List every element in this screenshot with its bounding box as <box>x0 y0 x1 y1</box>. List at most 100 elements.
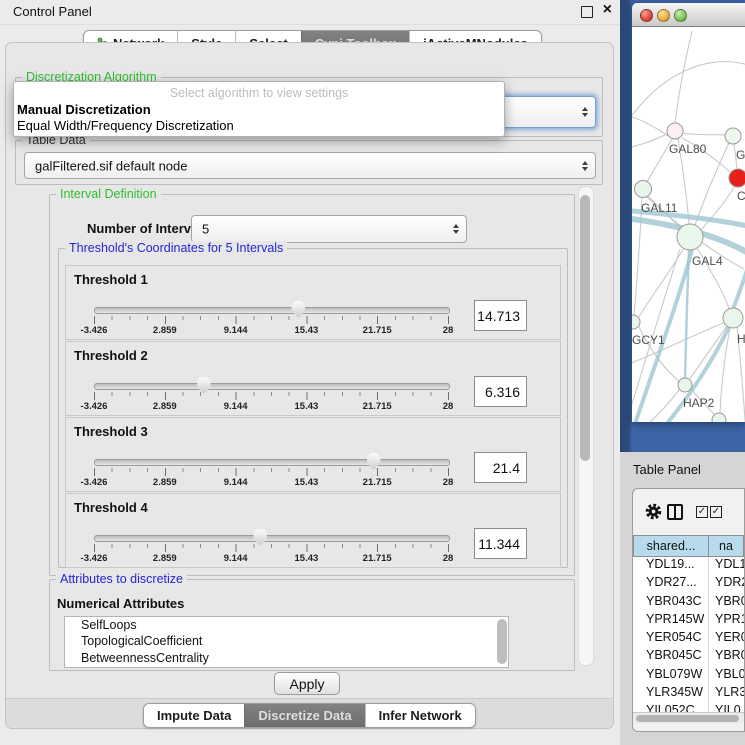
network-node-bottom-partial[interactable] <box>712 413 726 422</box>
table-row[interactable]: YDL19...YDL1 <box>633 557 744 575</box>
table-hscrollbar-thumb[interactable] <box>636 715 739 722</box>
tab-discretize-data[interactable]: Discretize Data <box>244 704 364 727</box>
slider-tick-label: -3.426 <box>81 553 108 564</box>
table-panel: Table Panel shared...na YDL19...YDL1YDR2… <box>620 452 745 745</box>
slider-tick-label: -3.426 <box>81 325 108 336</box>
close-button[interactable] <box>640 9 653 22</box>
settings-gear-icon[interactable] <box>645 503 662 520</box>
table-row[interactable]: YPR145WYPR1 <box>633 612 744 630</box>
checkbox-icon[interactable] <box>696 506 708 518</box>
network-canvas[interactable]: GAL80GACGAL11GAL4GCY1HHAP2 <box>632 27 745 422</box>
group-title: Threshold's Coordinates for 5 Intervals <box>65 241 287 255</box>
table-cell: YER0 <box>709 630 744 648</box>
dropdown-option-equal-width[interactable]: Equal Width/Frequency Discretization <box>17 118 234 133</box>
numerical-attributes-list[interactable]: SelfLoopsTopologicalCoefficientBetweenne… <box>64 616 509 668</box>
network-node-label: GAL80 <box>669 142 707 156</box>
table-horizontal-scrollbar[interactable] <box>633 712 744 724</box>
zoom-button[interactable] <box>674 9 687 22</box>
table-header-cell[interactable]: shared... <box>633 535 709 557</box>
network-node-h-node[interactable] <box>723 308 743 328</box>
combo-value: 5 <box>202 222 209 237</box>
network-node-top-right[interactable] <box>725 128 741 144</box>
numerical-attributes-label: Numerical Attributes <box>57 596 184 611</box>
panel-scrollbar[interactable] <box>578 186 594 666</box>
split-columns-icon[interactable] <box>667 504 683 520</box>
close-panel-icon[interactable]: × <box>603 1 612 19</box>
table-cell: YIL052C <box>633 703 709 712</box>
table-panel-title: Table Panel <box>633 462 701 477</box>
threshold-value-field[interactable]: 6.316 <box>474 376 527 407</box>
dropdown-option-manual[interactable]: Manual Discretization <box>17 102 151 117</box>
panel-title: Control Panel <box>13 4 92 19</box>
slider-major-ticks <box>94 316 450 324</box>
table-row[interactable]: YBL079WYBL0 <box>633 667 744 685</box>
table-cell: YDR27... <box>633 575 709 593</box>
minimize-button[interactable] <box>657 9 670 22</box>
slider-track[interactable] <box>94 459 450 466</box>
slider-tick-label: 15.43 <box>295 477 319 488</box>
group-title: Attributes to discretize <box>56 572 187 586</box>
apply-button[interactable]: Apply <box>274 672 340 695</box>
network-node-hap2[interactable] <box>678 378 692 392</box>
network-node-label: GA <box>736 148 745 162</box>
network-node-gal4[interactable] <box>677 224 703 250</box>
table-cell: YER054C <box>633 630 709 648</box>
table-row[interactable]: YDR27...YDR2 <box>633 575 744 593</box>
interval-definition-group: Interval Definition Number of Intervals … <box>49 194 575 576</box>
attribute-list-item[interactable]: BetweennessCentrality <box>65 650 508 666</box>
threshold-value-field[interactable]: 14.713 <box>474 300 527 331</box>
slider-track[interactable] <box>94 307 450 314</box>
slider-major-ticks <box>94 544 450 552</box>
network-view-frame: GAL80GACGAL11GAL4GCY1HHAP2 <box>620 0 745 452</box>
control-panel-titlebar: Control Panel × <box>0 0 620 25</box>
table-browser-window: shared...na YDL19...YDL1YDR27...YDR2YBR0… <box>632 488 745 732</box>
threshold-panel-4: Threshold 4-3.4262.8599.14415.4321.71528… <box>65 493 561 568</box>
panel-scrollbar-thumb[interactable] <box>580 195 590 461</box>
attribute-list-item[interactable]: SelfLoops <box>65 617 508 633</box>
network-node-label: GAL11 <box>641 201 678 215</box>
table-rows: YDL19...YDL1YDR27...YDR2YBR043CYBR0YPR14… <box>633 557 744 712</box>
slider-tick-label: 9.144 <box>224 325 248 336</box>
table-row[interactable]: YBR043CYBR0 <box>633 594 744 612</box>
control-panel-window: Control Panel × NetworkStyleSelectCyni T… <box>0 0 620 745</box>
table-data-combobox[interactable]: galFiltered.sif default node <box>24 152 596 179</box>
network-node-gcy1[interactable] <box>632 315 640 329</box>
threshold-value-field[interactable]: 11.344 <box>474 528 527 559</box>
table-row[interactable]: YLR345WYLR3 <box>633 685 744 703</box>
float-panel-icon[interactable] <box>581 6 593 18</box>
network-node-gal80[interactable] <box>667 123 683 139</box>
table-cell: YLR345W <box>633 685 709 703</box>
slider-track[interactable] <box>94 383 450 390</box>
table-row[interactable]: YIL052CYIL0 <box>633 703 744 712</box>
network-node-red-node[interactable] <box>729 169 745 187</box>
list-scrollbar-thumb[interactable] <box>497 619 507 664</box>
table-header-cell[interactable]: na <box>709 535 744 557</box>
table-cell: YPR1 <box>709 612 744 630</box>
slider-tick-label: 2.859 <box>153 325 177 336</box>
threshold-value-field[interactable]: 21.4 <box>474 452 527 483</box>
slider-tick-label: 9.144 <box>224 553 248 564</box>
threshold-label: Threshold 3 <box>74 424 148 439</box>
slider-tick-label: 28 <box>443 401 454 412</box>
table-row[interactable]: YER054CYER0 <box>633 630 744 648</box>
tab-infer-network[interactable]: Infer Network <box>365 704 475 727</box>
tab-impute-data[interactable]: Impute Data <box>144 704 244 727</box>
network-node-label: GAL4 <box>692 254 723 268</box>
attribute-list-item[interactable]: TopologicalCoefficient <box>65 633 508 649</box>
cyni-toolbox-panel: Discretization Algorithm Table Data galF… <box>5 42 614 729</box>
slider-tick-label: 28 <box>443 477 454 488</box>
slider-track[interactable] <box>94 535 450 542</box>
threshold-panel-2: Threshold 2-3.4262.8599.14415.4321.71528… <box>65 341 561 416</box>
network-window-titlebar[interactable] <box>632 3 745 27</box>
slider-tick-label: 2.859 <box>153 553 177 564</box>
table-row[interactable]: YBR045CYBR0 <box>633 648 744 666</box>
network-node-label: H <box>737 332 745 346</box>
num-intervals-combobox[interactable]: 5 <box>191 215 467 243</box>
slider-tick-label: -3.426 <box>81 401 108 412</box>
threshold-panel-3: Threshold 3-3.4262.8599.14415.4321.71528… <box>65 417 561 492</box>
attributes-group: Attributes to discretize Numerical Attri… <box>49 579 575 671</box>
network-node-gal11[interactable] <box>635 181 652 198</box>
slider-tick-label: 15.43 <box>295 325 319 336</box>
checkbox-icon[interactable] <box>710 506 722 518</box>
table-header-row: shared...na <box>633 535 744 557</box>
